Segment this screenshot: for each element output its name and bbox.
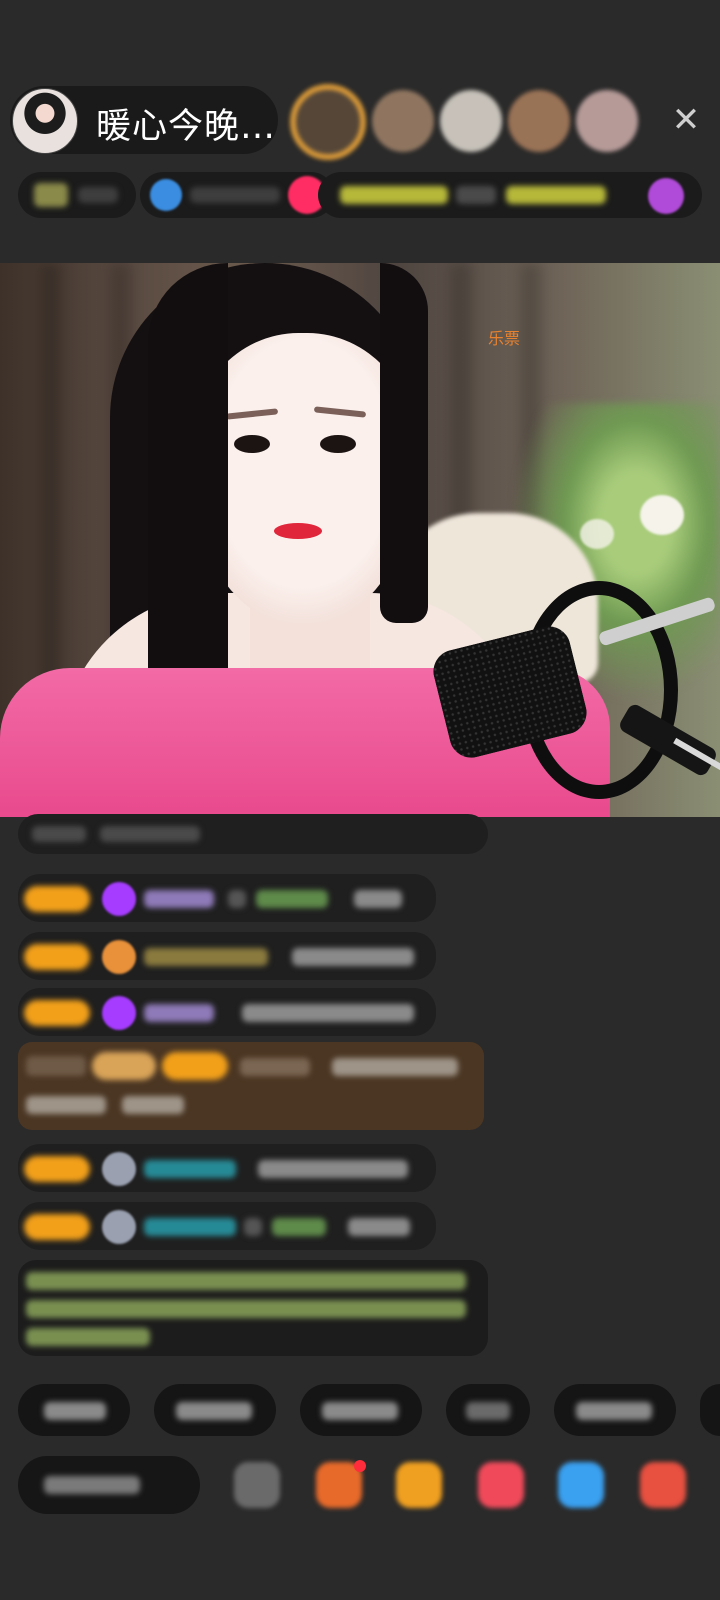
close-icon[interactable]: ✕ [668,102,704,138]
viewer-avatar[interactable] [440,90,502,152]
quick-chip[interactable] [554,1384,676,1436]
rank-chip[interactable] [18,172,136,218]
game-icon[interactable] [558,1462,604,1508]
viewer-avatar[interactable] [508,90,570,152]
host-avatar[interactable] [12,88,78,154]
lucky-bag-icon[interactable] [478,1462,524,1508]
system-notice [18,1260,488,1356]
gallery-icon[interactable] [234,1462,280,1508]
gem-icon [102,996,136,1030]
chat-message[interactable] [18,932,436,980]
bottom-toolbar [18,1452,720,1518]
gem-icon [102,882,136,916]
user-avatar [102,1210,136,1244]
user-level-badge [24,886,90,912]
notification-dot [354,1460,366,1472]
user-level-badge [24,1000,90,1026]
live-video[interactable]: 乐票 [0,263,720,817]
quick-action-chips [18,1384,720,1436]
fan-icon [102,940,136,974]
more-icon[interactable] [640,1462,686,1508]
host-name[interactable]: 暖心今晚… [96,98,276,149]
chat-message[interactable] [18,988,436,1036]
quick-chip[interactable] [446,1384,530,1436]
viewer-avatar[interactable] [372,90,434,152]
chat-message[interactable] [18,874,436,922]
gift-icon[interactable] [396,1462,442,1508]
comment-input[interactable] [18,1456,200,1514]
activity-chip[interactable] [140,172,334,218]
chat-message[interactable] [18,814,488,854]
quick-chip[interactable] [154,1384,276,1436]
chat-message-highlighted[interactable] [18,1042,484,1130]
viewer-avatar[interactable] [290,84,366,160]
stream-info-bar [18,172,702,218]
quick-chip[interactable] [300,1384,422,1436]
host-profile-pill[interactable]: 暖心今晚… [10,86,278,154]
quick-chip[interactable] [18,1384,130,1436]
user-level-badge [24,1156,90,1182]
chat-message[interactable] [18,1144,436,1192]
user-level-badge [24,1214,90,1240]
user-avatar [102,1152,136,1186]
chat-message[interactable] [18,1202,436,1250]
quick-chip[interactable] [700,1384,720,1436]
viewer-avatar[interactable] [576,90,638,152]
user-level-badge [24,944,90,970]
announcement-chip[interactable] [318,172,702,218]
watermark: 乐票 [488,329,521,348]
